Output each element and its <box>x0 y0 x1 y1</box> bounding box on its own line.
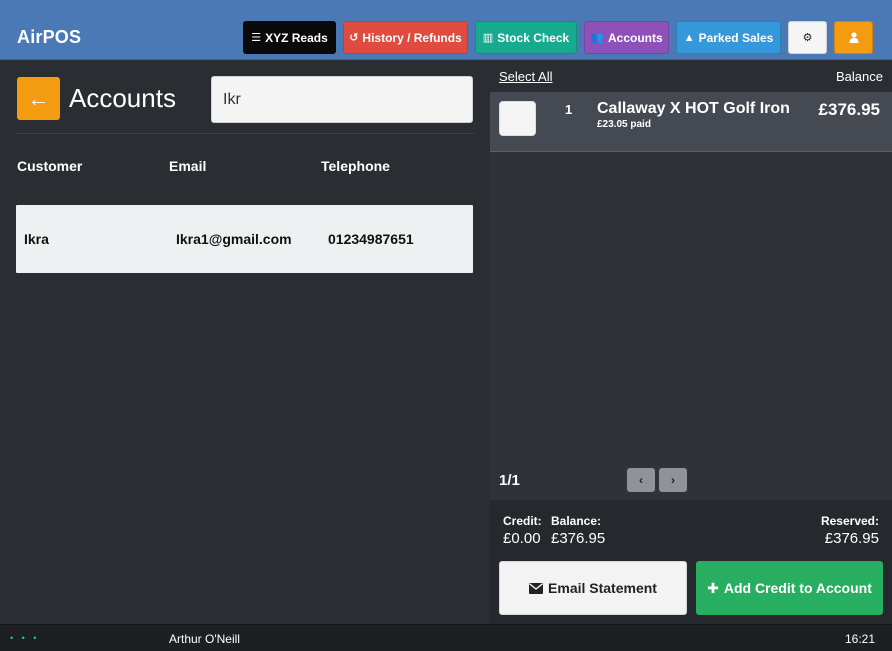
plus-icon: ✚ <box>707 579 719 596</box>
back-button[interactable]: ← <box>17 77 60 120</box>
table-row[interactable]: Ikra Ikra1@gmail.com 01234987651 <box>16 205 473 273</box>
accounts-label: Accounts <box>608 30 663 45</box>
email-statement-button[interactable]: Email Statement <box>499 561 687 615</box>
history-icon: ↺ <box>349 32 359 44</box>
reserved-value: £376.95 <box>824 530 879 547</box>
barcode-icon: ▥ <box>482 32 494 44</box>
list-item[interactable]: 1 Callaway X HOT Golf Iron £23.05 paid £… <box>490 92 892 152</box>
email-statement-label: Email Statement <box>548 580 657 596</box>
history-refunds-label: History / Refunds <box>362 30 462 45</box>
search-input[interactable] <box>211 76 473 123</box>
account-detail-panel: Select All Balance 1 Callaway X HOT Golf… <box>490 60 892 624</box>
reserved-label: Reserved: <box>820 514 879 528</box>
previous-page-button[interactable]: ‹ <box>627 468 655 492</box>
account-summary: Credit: £0.00 Balance: £376.95 Reserved:… <box>490 500 892 624</box>
chevron-right-icon: › <box>671 473 675 487</box>
operator-name: Arthur O'Neill <box>169 632 240 646</box>
customer-email: Ikra1@gmail.com <box>176 231 292 247</box>
customer-telephone: 01234987651 <box>328 231 414 247</box>
xyz-reads-button[interactable]: ☰ XYZ Reads <box>243 21 336 54</box>
list-icon: ☰ <box>251 32 262 44</box>
top-bar: AirPOS ☰ XYZ Reads ↺ History / Refunds ▥… <box>0 0 892 60</box>
balance-label: Balance: <box>551 514 602 528</box>
connection-indicator: • • • <box>10 633 40 643</box>
envelope-icon <box>529 582 544 594</box>
add-credit-button[interactable]: ✚ Add Credit to Account <box>696 561 883 615</box>
credit-label: Credit: <box>503 514 542 528</box>
user-icon <box>849 32 858 43</box>
balance-value: £376.95 <box>551 530 606 547</box>
item-quantity: 1 <box>565 102 573 117</box>
column-header-customer: Customer <box>17 158 83 174</box>
gear-icon: ⚙ <box>802 32 813 44</box>
column-header-email: Email <box>169 158 207 174</box>
balance-column-header: Balance <box>836 69 883 84</box>
stock-check-label: Stock Check <box>497 30 570 45</box>
status-bar: • • • Arthur O'Neill 16:21 <box>0 624 892 651</box>
user-button[interactable] <box>834 21 873 54</box>
customer-name: Ikra <box>24 231 49 247</box>
credit-value: £0.00 <box>503 530 541 547</box>
divider <box>16 133 474 134</box>
road-icon: ▲ <box>683 31 695 44</box>
page-title: Accounts <box>69 83 176 113</box>
column-header-telephone: Telephone <box>321 158 390 174</box>
parked-sales-button[interactable]: ▲ Parked Sales <box>676 21 781 54</box>
detail-header: Select All Balance <box>490 60 892 92</box>
parked-sales-label: Parked Sales <box>698 30 774 45</box>
item-checkbox[interactable] <box>499 101 536 136</box>
item-paid: £23.05 paid <box>597 119 651 130</box>
select-all-link[interactable]: Select All <box>499 69 552 84</box>
accounts-panel: ← Accounts Customer Email Telephone Ikra… <box>0 60 490 624</box>
next-page-button[interactable]: › <box>659 468 687 492</box>
app-title: AirPOS <box>17 27 82 47</box>
settings-button[interactable]: ⚙ <box>788 21 827 54</box>
chevron-left-icon: ‹ <box>639 473 643 487</box>
stock-check-button[interactable]: ▥ Stock Check <box>475 21 577 54</box>
page-indicator: 1/1 <box>499 472 520 489</box>
add-credit-label: Add Credit to Account <box>723 580 872 596</box>
users-icon: 👥 <box>590 32 604 44</box>
clock: 16:21 <box>844 632 875 646</box>
item-balance: £376.95 <box>818 100 880 119</box>
history-refunds-button[interactable]: ↺ History / Refunds <box>343 21 468 54</box>
accounts-button[interactable]: 👥 Accounts <box>584 21 669 54</box>
item-name: Callaway X HOT Golf Iron <box>597 100 790 117</box>
arrow-left-icon: ← <box>27 85 50 111</box>
xyz-reads-label: XYZ Reads <box>265 30 328 45</box>
